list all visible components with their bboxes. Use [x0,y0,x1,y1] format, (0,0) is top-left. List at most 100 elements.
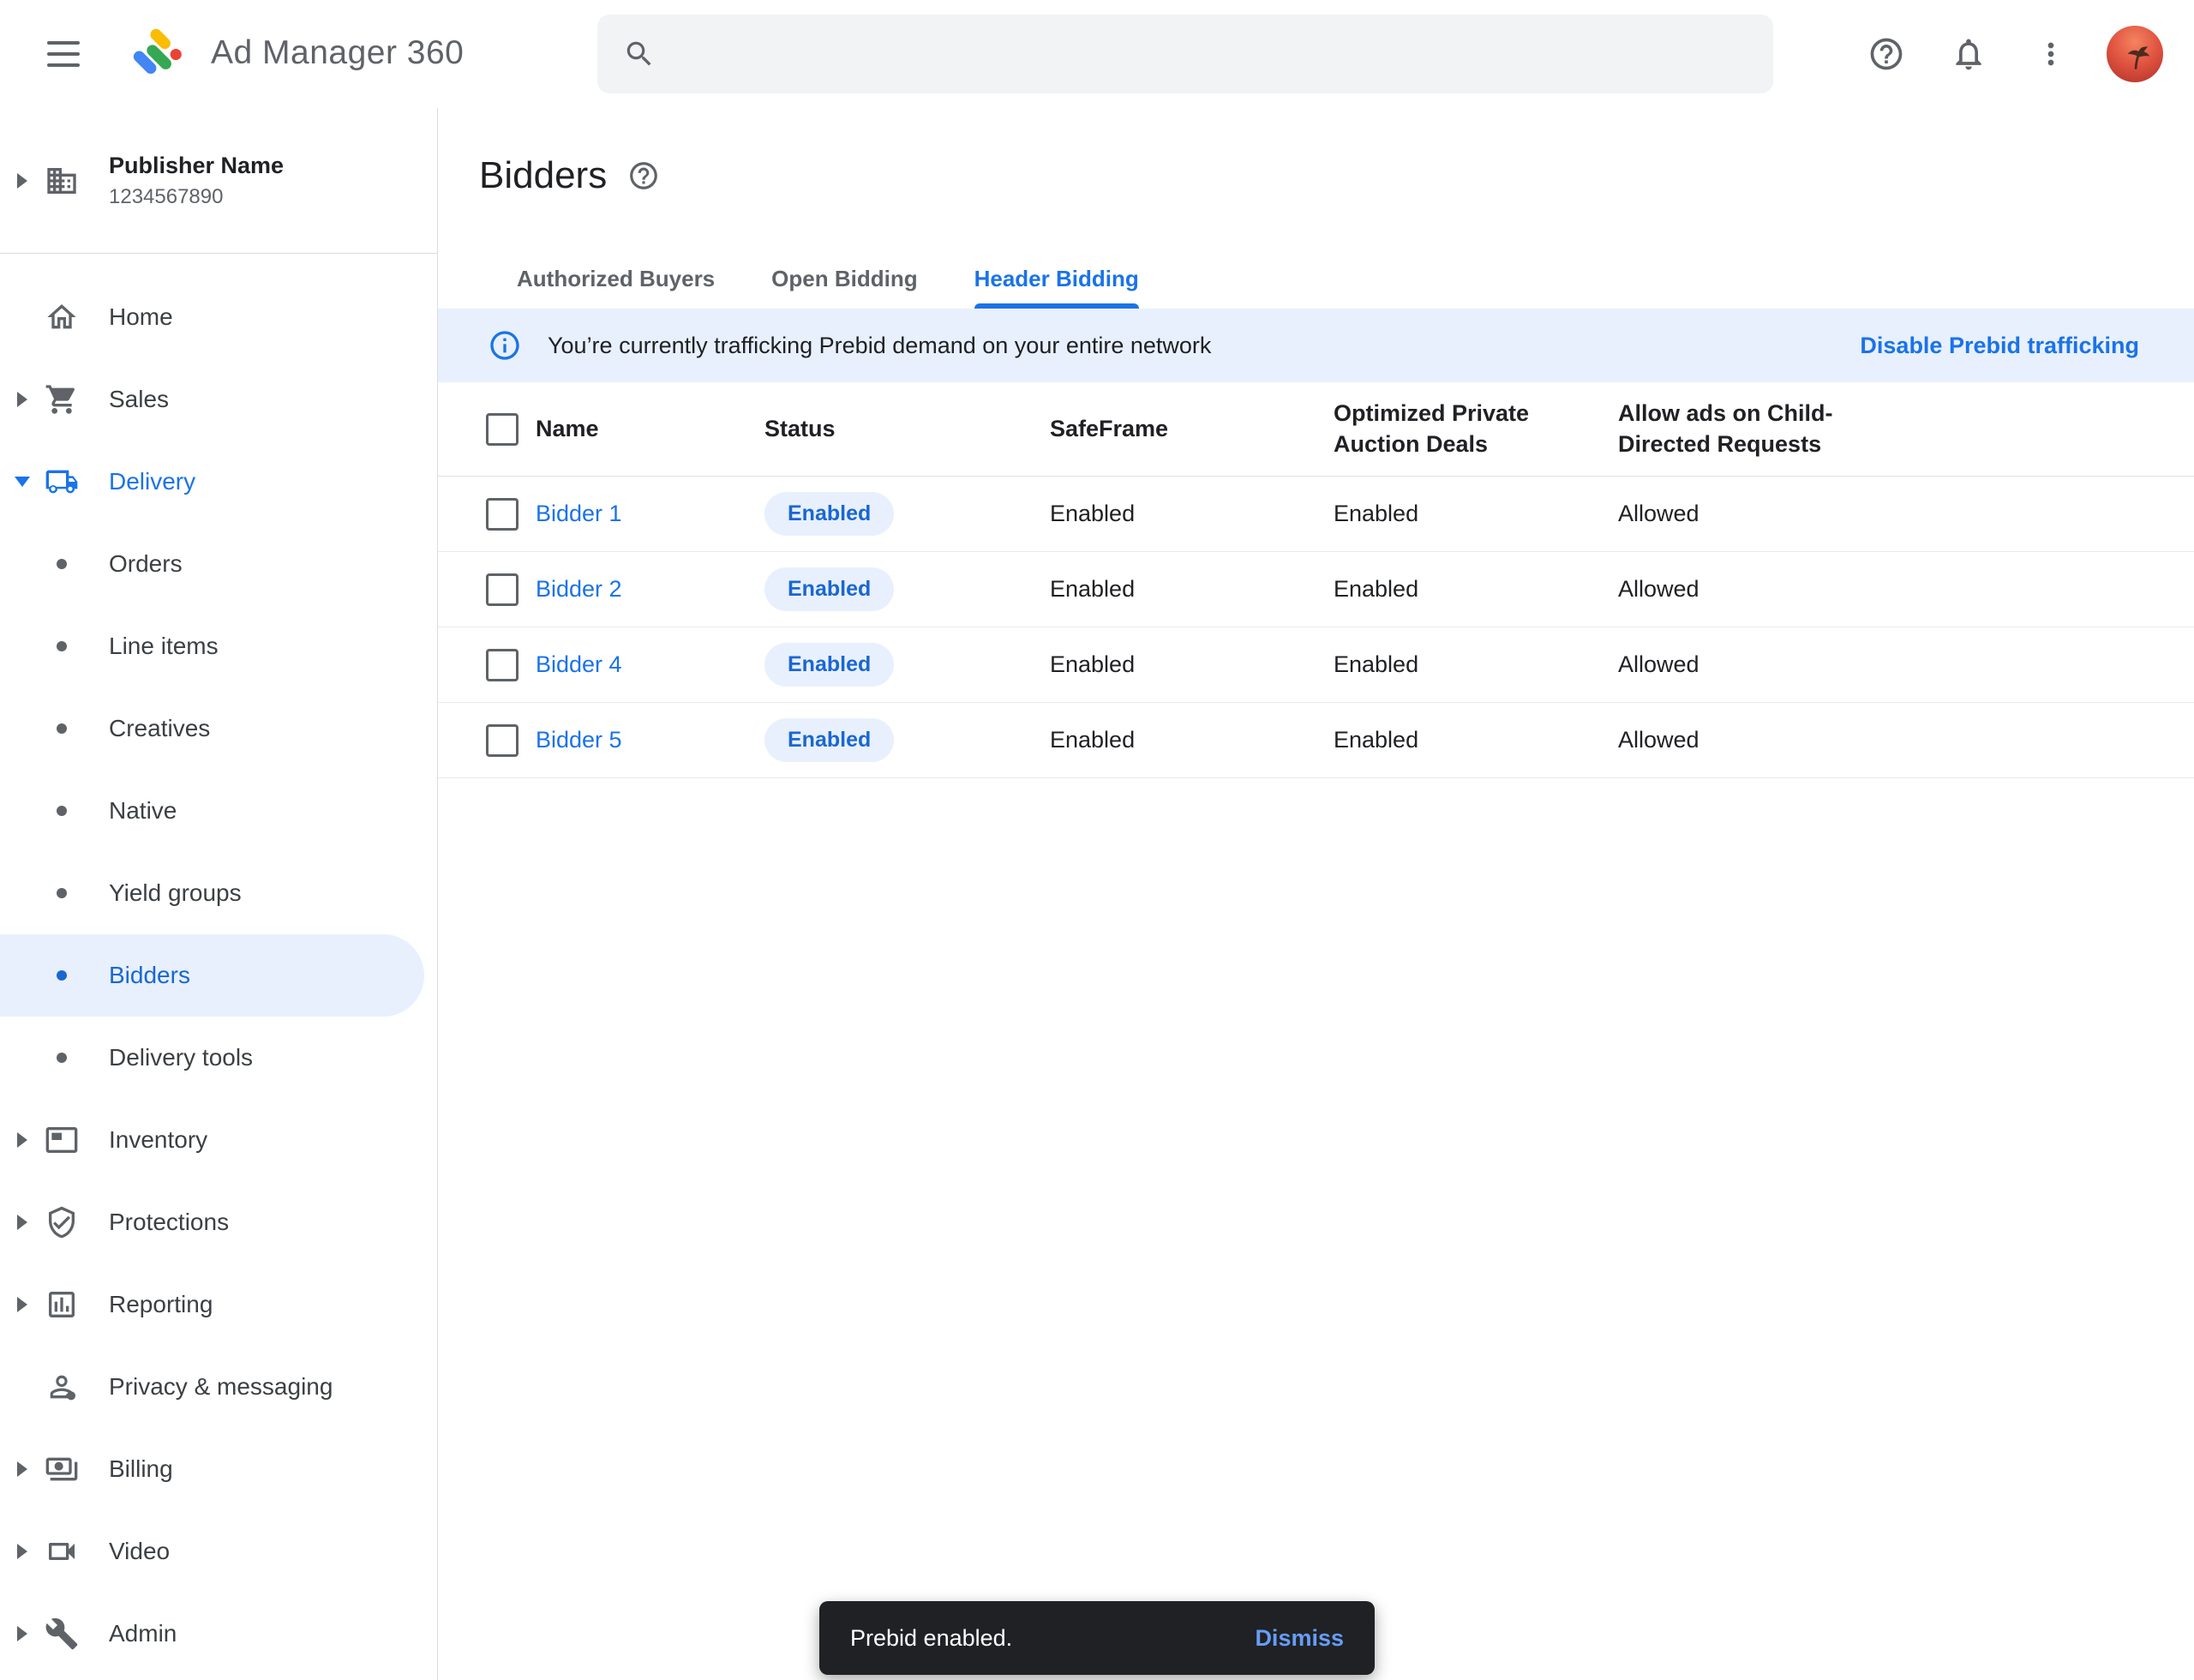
bell-icon[interactable] [1942,27,1995,81]
ad-manager-logo [125,24,185,84]
sidebar-item-admin[interactable]: Admin [0,1593,437,1675]
bidder-link[interactable]: Bidder 5 [536,727,764,753]
table-row: Bidder 4 Enabled Enabled Enabled Allowed [438,627,2194,703]
status-badge: Enabled [764,492,894,536]
column-header-optimized-private-auction-deals: Optimized Private Auction Deals [1334,399,1544,459]
person-badge-icon [45,1370,79,1404]
column-header-name: Name [536,414,764,444]
child-directed-value: Allowed [1618,651,2153,678]
bullet-icon [57,1053,67,1063]
chevron-right-icon [17,1297,27,1312]
row-checkbox[interactable] [486,649,519,681]
menu-icon[interactable] [41,32,86,76]
info-icon [488,328,522,363]
chevron-right-icon [17,1461,27,1477]
sidebar-item-bidders[interactable]: Bidders [0,934,424,1017]
sidebar-item-yield-groups[interactable]: Yield groups [0,852,437,934]
search-icon [623,38,656,70]
bullet-icon [57,559,67,569]
cart-icon [45,382,79,417]
sidebar-nav: Home Sales Delivery Orders Line items [0,254,437,1675]
sidebar-item-privacy-messaging[interactable]: Privacy & messaging [0,1346,437,1428]
snackbar: Prebid enabled. Dismiss [819,1601,1375,1675]
sidebar-item-line-items[interactable]: Line items [0,605,437,687]
child-directed-value: Allowed [1618,576,2153,603]
bidder-link[interactable]: Bidder 2 [536,576,764,603]
sidebar-item-delivery[interactable]: Delivery [0,441,437,523]
row-checkbox[interactable] [486,724,519,757]
optimized-deals-value: Enabled [1334,727,1618,753]
sidebar-item-delivery-tools[interactable]: Delivery tools [0,1017,437,1099]
sidebar-item-orders[interactable]: Orders [0,523,437,605]
publisher-selector[interactable]: Publisher Name 1234567890 [0,108,437,254]
table-header-row: Name Status SafeFrame Optimized Private … [438,382,2194,477]
chevron-right-icon [17,1215,27,1230]
videocam-icon [45,1534,79,1569]
bar-chart-icon [45,1287,79,1322]
column-header-child-directed: Allow ads on Child-Directed Requests [1618,399,1862,459]
tab-header-bidding[interactable]: Header Bidding [974,249,1139,309]
table-row: Bidder 5 Enabled Enabled Enabled Allowed [438,703,2194,778]
wrench-icon [45,1617,79,1651]
safeframe-value: Enabled [1050,651,1334,678]
sidebar-item-sales[interactable]: Sales [0,358,437,441]
shield-icon [45,1205,79,1239]
table-row: Bidder 2 Enabled Enabled Enabled Allowed [438,552,2194,627]
disable-prebid-trafficking-button[interactable]: Disable Prebid trafficking [1860,333,2139,359]
main-content: Bidders Authorized Buyers Open Bidding H… [438,108,2194,1680]
help-icon[interactable] [1860,27,1913,81]
bullet-icon [57,723,67,734]
bidder-link[interactable]: Bidder 4 [536,651,764,678]
child-directed-value: Allowed [1618,727,2153,753]
status-badge: Enabled [764,718,894,762]
tab-authorized-buyers[interactable]: Authorized Buyers [517,249,715,309]
topbar-actions [1860,0,2163,108]
page-title: Bidders [479,154,607,197]
bullet-icon [57,970,67,981]
chevron-right-icon [17,1132,27,1148]
tab-bar: Authorized Buyers Open Bidding Header Bi… [438,249,2194,309]
sidebar-item-inventory[interactable]: Inventory [0,1099,437,1181]
column-header-status: Status [764,414,1050,444]
bullet-icon [57,641,67,651]
snackbar-message: Prebid enabled. [850,1625,1012,1652]
sidebar-item-home[interactable]: Home [0,276,437,358]
bidders-table: Name Status SafeFrame Optimized Private … [438,382,2194,778]
more-options-icon[interactable] [2024,27,2077,81]
status-badge: Enabled [764,643,894,687]
optimized-deals-value: Enabled [1334,501,1618,527]
publisher-id: 1234567890 [109,185,284,209]
bidder-link[interactable]: Bidder 1 [536,501,764,527]
topbar: Ad Manager 360 [0,0,2194,108]
avatar[interactable] [2107,26,2163,82]
search-input[interactable] [678,40,1747,68]
page-help-icon[interactable] [627,159,660,192]
bullet-icon [57,806,67,816]
chevron-right-icon [17,173,27,189]
sidebar-item-protections[interactable]: Protections [0,1181,437,1263]
sidebar-item-billing[interactable]: Billing [0,1428,437,1510]
publisher-name: Publisher Name [109,153,284,179]
select-all-checkbox[interactable] [486,413,519,446]
search-bar[interactable] [597,15,1773,93]
tab-open-bidding[interactable]: Open Bidding [771,249,917,309]
child-directed-value: Allowed [1618,501,2153,527]
optimized-deals-value: Enabled [1334,651,1618,678]
status-badge: Enabled [764,567,894,611]
building-icon [45,164,79,198]
sidebar-item-native[interactable]: Native [0,770,437,852]
sidebar-item-video[interactable]: Video [0,1510,437,1593]
sidebar-item-creatives[interactable]: Creatives [0,687,437,770]
inventory-icon [45,1123,79,1157]
dismiss-button[interactable]: Dismiss [1255,1625,1344,1652]
sidebar-item-reporting[interactable]: Reporting [0,1263,437,1346]
bullet-icon [57,888,67,898]
chevron-down-icon [15,477,30,487]
prebid-banner: You’re currently trafficking Prebid dema… [438,309,2194,382]
row-checkbox[interactable] [486,573,519,606]
row-checkbox[interactable] [486,498,519,531]
safeframe-value: Enabled [1050,501,1334,527]
optimized-deals-value: Enabled [1334,576,1618,603]
chevron-right-icon [17,392,27,407]
payment-card-icon [45,1452,79,1486]
